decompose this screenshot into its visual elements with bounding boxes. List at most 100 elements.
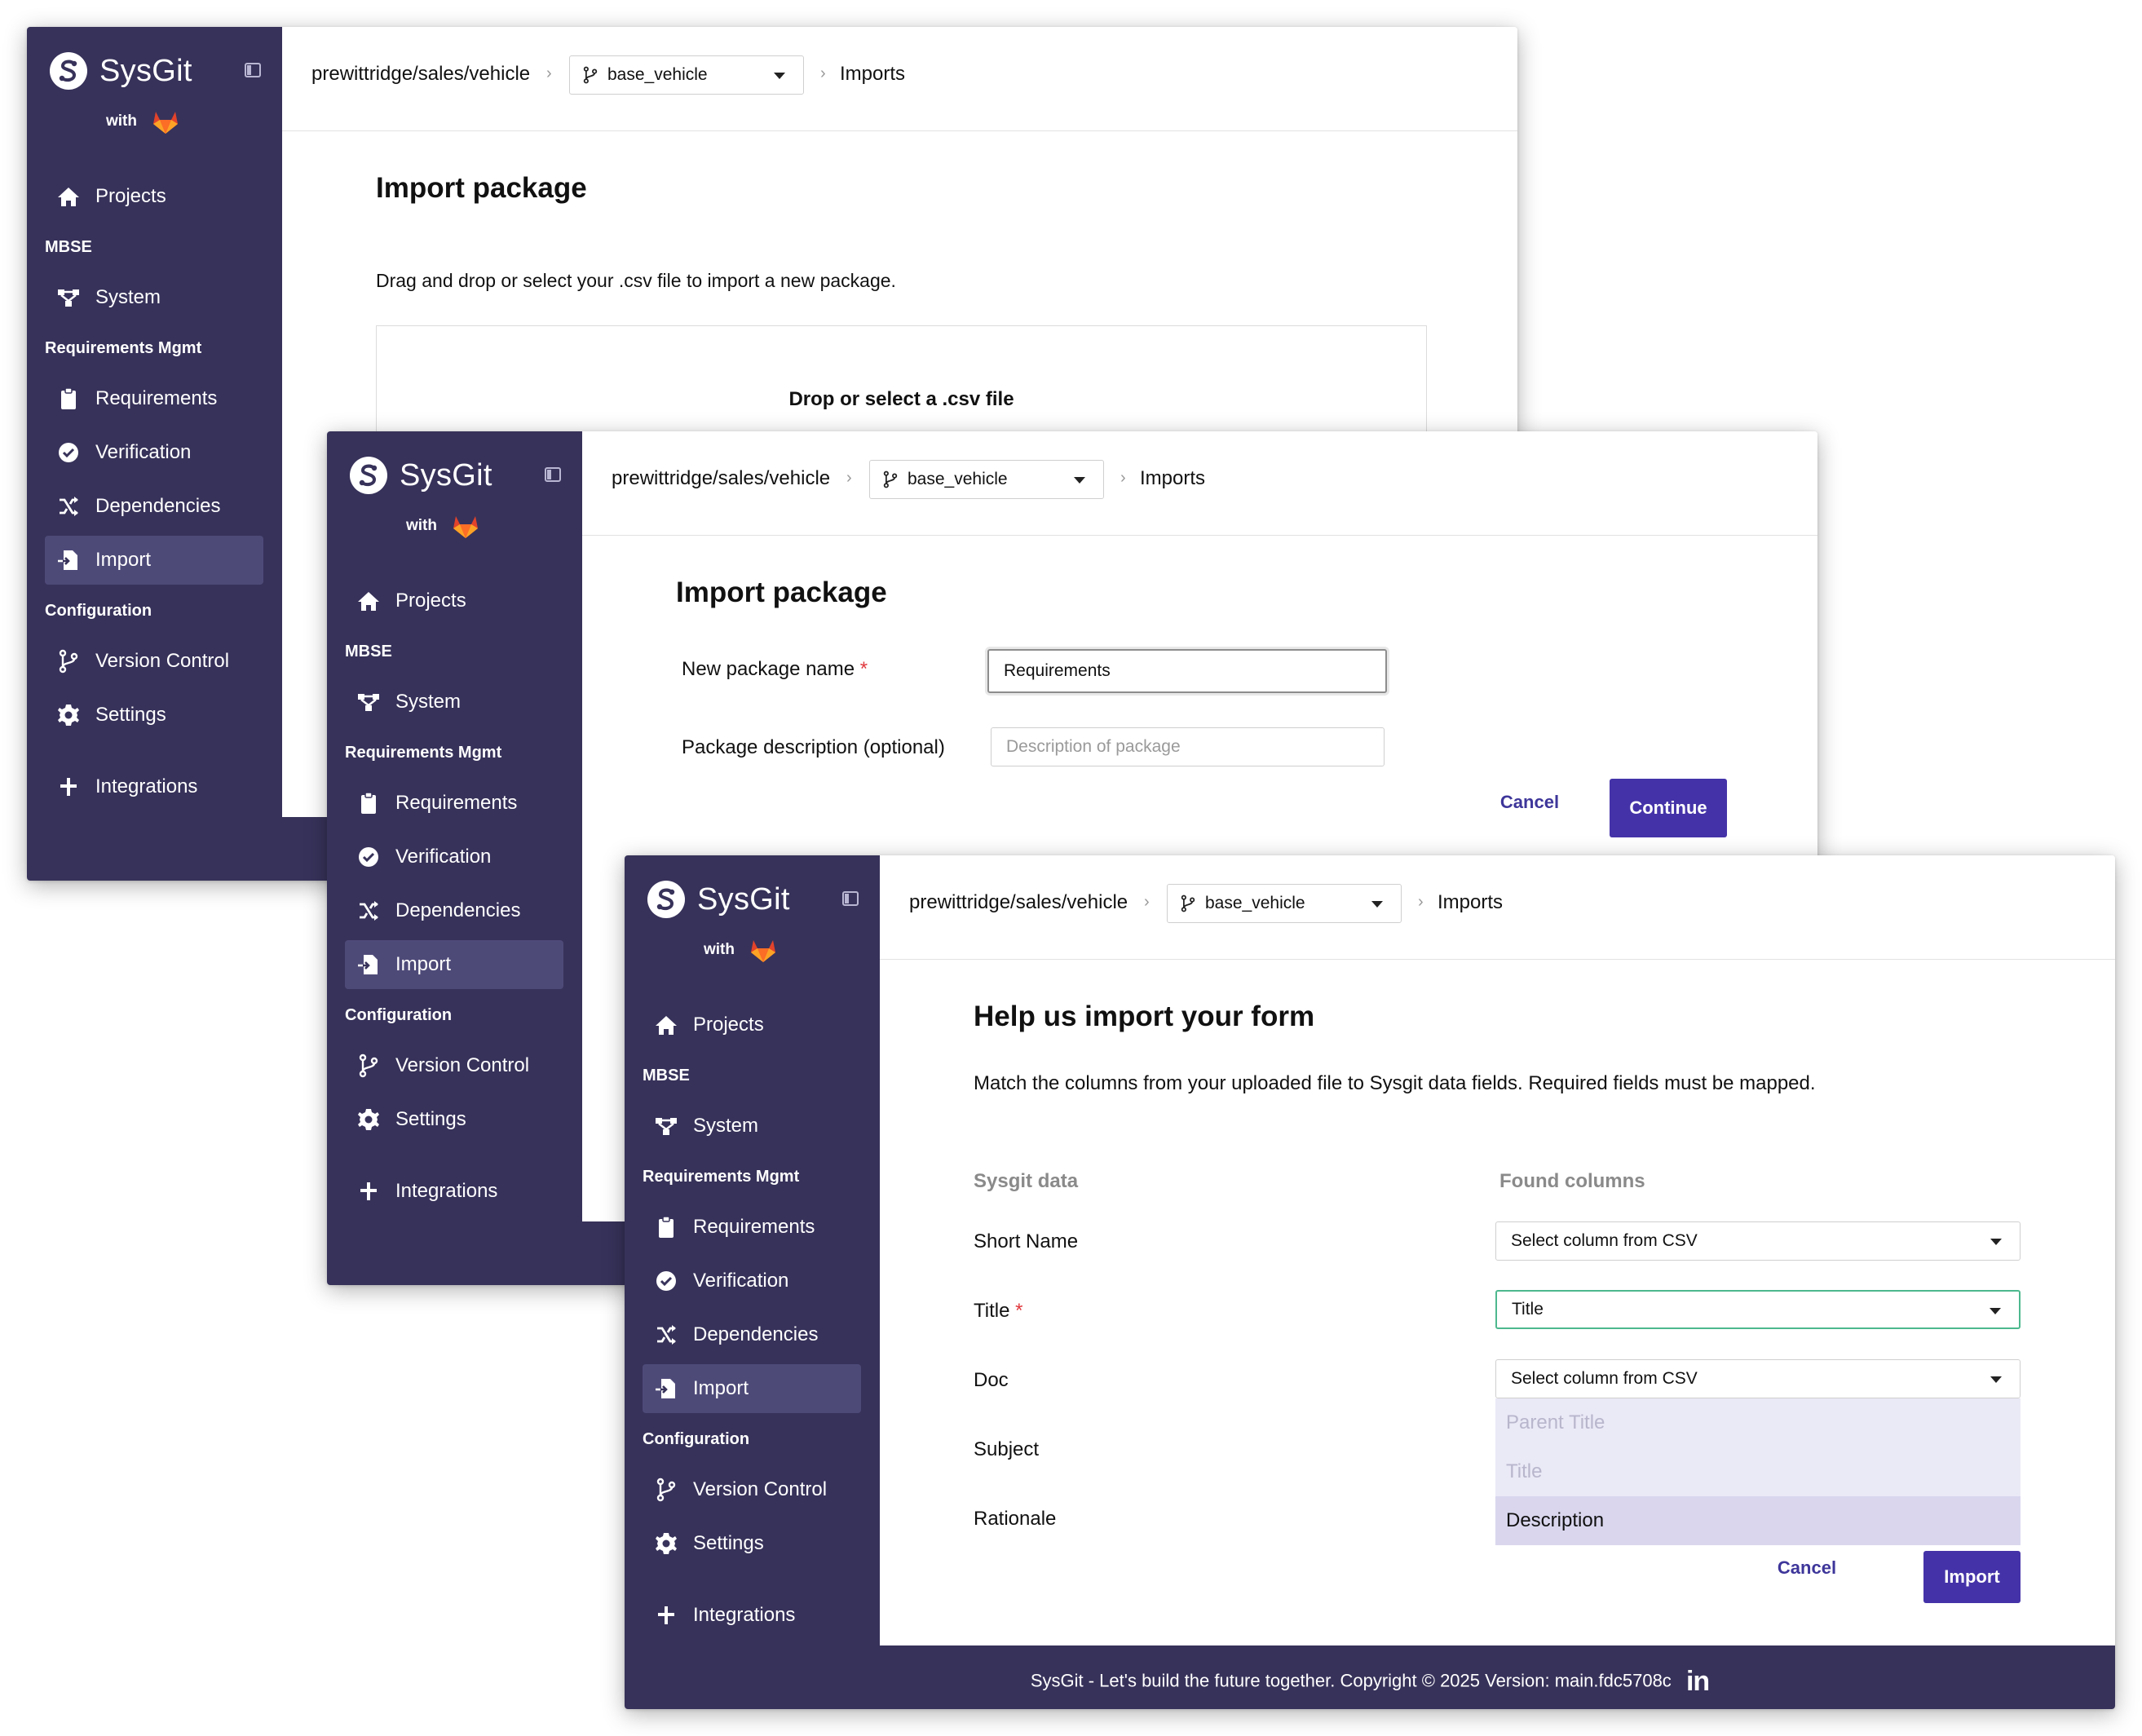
select-value: Select column from CSV [1511,1231,1698,1250]
brand-name: SysGit [99,53,192,88]
nav-section-configuration: Configuration [345,1005,453,1024]
git-branch-icon [56,649,81,674]
sidebar-item-version-control[interactable]: Version Control [45,637,263,686]
sidebar-item-projects[interactable]: Projects [45,172,263,221]
package-name-label: New package name * [682,658,868,680]
with-label: with [106,113,137,130]
sidebar-item-integrations[interactable]: Integrations [45,762,263,811]
linkedin-icon[interactable]: in [1686,1666,1710,1698]
cancel-button[interactable]: Cancel [1766,1546,1848,1590]
sidebar-item-dependencies[interactable]: Dependencies [45,482,263,531]
select-value: Select column from CSV [1511,1369,1698,1388]
sidebar-item-system[interactable]: System [345,678,563,727]
sidebar-item-integrations[interactable]: Integrations [345,1167,563,1216]
clipboard-icon [356,791,381,815]
gitlab-icon [749,937,777,963]
branch-select[interactable]: base_vehicle [869,460,1104,499]
breadcrumb-current: Imports [1438,891,1504,913]
sidebar-item-verification[interactable]: Verification [45,428,263,477]
import-button[interactable]: Import [1923,1551,2021,1603]
check-circle-icon [56,440,81,465]
brand-logo[interactable]: SysGit [349,456,492,495]
dropzone-label: Drop or select a .csv file [788,388,1014,410]
powered-by: with [406,513,479,539]
nav-section-mbse: MBSE [45,237,92,256]
breadcrumb-separator: › [546,64,552,82]
home-icon [356,589,381,613]
shuffle-icon [56,494,81,519]
breadcrumb-separator: › [1418,893,1424,911]
sidebar-item-verification[interactable]: Verification [643,1257,861,1305]
file-import-icon [654,1376,678,1401]
top-bar: prewittridge/sales/vehicle › base_vehicl… [282,27,1517,131]
dropdown-option-title: Title [1506,1460,1543,1482]
sidebar-item-verification[interactable]: Verification [345,833,563,881]
chevron-down-icon [774,73,785,79]
breadcrumb-separator: › [820,64,826,82]
sidebar-item-dependencies[interactable]: Dependencies [345,886,563,935]
sidebar-collapse-icon[interactable] [841,890,859,908]
field-label-subject: Subject [974,1438,1040,1460]
required-mark: * [859,658,868,680]
branch-select[interactable]: base_vehicle [569,55,804,95]
nav-section-configuration: Configuration [643,1429,750,1448]
main-content: Help us import your form Match the colum… [880,960,2115,1645]
git-branch-icon [1179,895,1197,912]
sidebar-item-settings[interactable]: Settings [643,1519,861,1568]
nav-section-requirements-mgmt: Requirements Mgmt [643,1167,800,1186]
field-label-doc: Doc [974,1369,1009,1391]
sidebar-item-settings[interactable]: Settings [345,1095,563,1144]
gitlab-icon [152,108,179,135]
breadcrumb-path[interactable]: prewittridge/sales/vehicle [612,467,830,490]
sidebar-item-system[interactable]: System [643,1102,861,1151]
package-name-input[interactable] [987,649,1387,693]
nav-section-requirements-mgmt: Requirements Mgmt [345,743,502,762]
gear-icon [356,1107,381,1132]
short-name-column-select[interactable]: Select column from CSV [1495,1221,2021,1261]
sidebar-collapse-icon[interactable] [544,466,562,484]
chevron-down-icon [1990,1308,2001,1314]
sidebar-item-dependencies[interactable]: Dependencies [643,1310,861,1359]
sidebar-item-requirements[interactable]: Requirements [345,779,563,828]
dropdown-option-description[interactable]: Description [1495,1496,2021,1545]
branch-select[interactable]: base_vehicle [1167,884,1402,923]
sidebar-item-import[interactable]: Import [643,1364,861,1413]
plug-icon [654,1603,678,1628]
field-label-title: Title * [974,1300,1023,1322]
sidebar-item-projects[interactable]: Projects [345,576,563,625]
breadcrumb-path[interactable]: prewittridge/sales/vehicle [311,63,530,86]
check-circle-icon [654,1269,678,1293]
cancel-button[interactable]: Cancel [1489,779,1570,826]
continue-button[interactable]: Continue [1610,779,1727,837]
branch-name: base_vehicle [607,65,708,84]
page-title: Help us import your form [974,1001,1315,1032]
package-description-input[interactable] [991,727,1385,766]
chevron-down-icon [1074,477,1085,484]
sidebar-collapse-icon[interactable] [244,61,262,79]
column-header-sysgit-data: Sysgit data [974,1170,1079,1192]
brand-name: SysGit [400,457,492,493]
system-icon [356,690,381,714]
breadcrumb-path[interactable]: prewittridge/sales/vehicle [909,891,1128,914]
sidebar-item-version-control[interactable]: Version Control [345,1041,563,1090]
page-instructions: Match the columns from your uploaded fil… [974,1072,1816,1094]
git-branch-icon [654,1478,678,1502]
title-column-select[interactable]: Title [1495,1290,2021,1329]
breadcrumb-separator: › [846,469,852,487]
sidebar-item-system[interactable]: System [45,273,263,322]
sidebar-item-import[interactable]: Import [45,536,263,585]
brand-logo[interactable]: SysGit [49,51,192,91]
sidebar-item-projects[interactable]: Projects [643,1001,861,1049]
sidebar-item-version-control[interactable]: Version Control [643,1465,861,1514]
doc-column-select[interactable]: Select column from CSV [1495,1359,2021,1398]
footer-text: SysGit - Let's build the future together… [1030,1670,1672,1691]
sidebar-item-requirements[interactable]: Requirements [45,374,263,423]
footer: SysGit - Let's build the future together… [625,1666,2115,1698]
sidebar-item-integrations[interactable]: Integrations [643,1591,861,1640]
brand-logo[interactable]: SysGit [647,880,790,919]
sidebar-item-import[interactable]: Import [345,940,563,989]
sidebar-item-settings[interactable]: Settings [45,691,263,740]
sidebar-item-requirements[interactable]: Requirements [643,1203,861,1252]
field-label-short-name: Short Name [974,1230,1079,1252]
system-icon [56,285,81,310]
